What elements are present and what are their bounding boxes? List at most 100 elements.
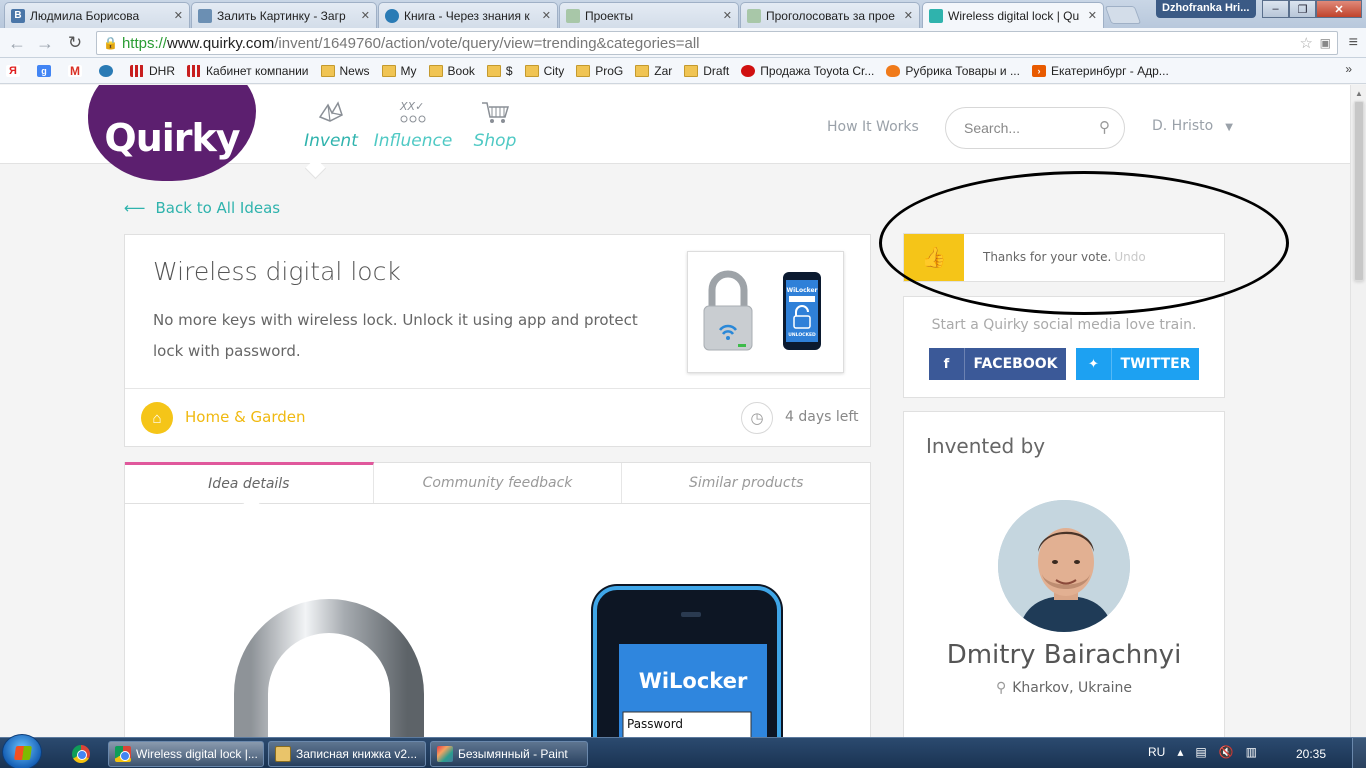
taskbar-clock[interactable]: 20:35 [1296, 747, 1326, 761]
bookmark-item[interactable]: g [37, 64, 56, 77]
avatar[interactable] [996, 498, 1132, 634]
house-icon: ⌂ [141, 402, 173, 434]
start-button[interactable] [2, 734, 42, 768]
how-it-works-link[interactable]: How It Works [827, 119, 919, 135]
browser-tab[interactable]: Залить Картинку - Загр ✕ [191, 2, 377, 28]
twitter-icon: ✦ [1076, 348, 1112, 380]
bookmark-folder[interactable]: City [524, 64, 564, 78]
inventor-heading: Invented by [926, 434, 1046, 458]
quirky-logo[interactable]: Quirky [88, 85, 256, 181]
bookmark-star-icon[interactable]: ☆ [1300, 34, 1313, 52]
folder-icon [428, 64, 443, 77]
maximize-button[interactable]: ❐ [1289, 0, 1316, 18]
browser-tab[interactable]: В Людмила Борисова ✕ [4, 2, 190, 28]
lock-icon: 🔒 [103, 36, 118, 50]
bookmark-folder[interactable]: Draft [684, 64, 729, 78]
minimize-button[interactable]: – [1262, 0, 1289, 18]
idea-details-panel: WiLocker Password [124, 504, 871, 737]
system-tray: RU ▴ ▤ 🔇 ▥ [1148, 745, 1269, 759]
inventor-name[interactable]: Dmitry Bairachnyi [904, 640, 1224, 670]
bars-icon [187, 64, 201, 77]
nav-shop[interactable]: Shop [454, 99, 536, 151]
tab-similar-products[interactable]: Similar products [622, 463, 870, 503]
bookmark-item[interactable]: M [68, 64, 87, 78]
back-to-ideas-link[interactable]: ⟵ Back to All Ideas [124, 199, 280, 217]
bookmark-item[interactable]: Рубрика Товары и ... [886, 64, 1020, 78]
bookmark-item[interactable]: Я [6, 64, 25, 77]
forward-arrow-icon[interactable]: → [34, 32, 56, 54]
bookmark-item[interactable]: Продажа Toyota Cr... [741, 64, 874, 78]
address-bar-row: ← → ↻ 🔒 https://www.quirky.com/invent/16… [0, 28, 1366, 58]
browser-user-badge[interactable]: Dzhofranka Hri... [1156, 0, 1256, 18]
scroll-up-icon[interactable]: ▲ [1355, 89, 1363, 98]
bookmark-folder[interactable]: My [381, 64, 417, 78]
tab-community-feedback[interactable]: Community feedback [374, 463, 623, 503]
close-tab-icon[interactable]: ✕ [904, 9, 913, 22]
svg-text:XX✓: XX✓ [399, 100, 424, 113]
close-window-button[interactable]: ✕ [1316, 0, 1362, 18]
taskbar-item-paint[interactable]: Безымянный - Paint [430, 741, 588, 767]
volume-muted-icon[interactable]: 🔇 [1219, 745, 1234, 759]
language-indicator[interactable]: RU [1148, 745, 1165, 759]
scrollbar-thumb[interactable] [1354, 101, 1364, 281]
bookmark-folder[interactable]: Book [428, 64, 475, 78]
bookmark-item[interactable]: Кабинет компании [187, 64, 309, 78]
bookmark-item[interactable] [99, 64, 118, 77]
close-tab-icon[interactable]: ✕ [723, 9, 732, 22]
taskbar-item-notebook[interactable]: Записная книжка v2... [268, 741, 426, 767]
folder-icon [576, 64, 591, 77]
site-header: Quirky Invent XX✓ Influence Shop How It … [0, 85, 1350, 181]
nav-influence[interactable]: XX✓ Influence [372, 99, 454, 151]
bars-icon [130, 64, 144, 77]
close-tab-icon[interactable]: ✕ [542, 9, 551, 22]
idea-footer: ⌂ Home & Garden ◷ 4 days left [125, 388, 870, 447]
tray-expand-icon[interactable]: ▴ [1177, 745, 1183, 759]
clock-icon: ◷ [741, 402, 773, 434]
close-tab-icon[interactable]: ✕ [361, 9, 370, 22]
reload-icon[interactable]: ↻ [64, 32, 86, 54]
search-icon[interactable]: ⚲ [1099, 118, 1110, 136]
bookmarks-overflow[interactable]: » [1345, 62, 1352, 76]
tab-idea-details[interactable]: Idea details [125, 462, 374, 503]
site-search-input[interactable]: Search... ⚲ [945, 107, 1125, 149]
arrow-icon: › [1031, 64, 1046, 77]
user-menu[interactable]: D. Hristo ▼ [1152, 118, 1233, 134]
chevron-down-icon: ▼ [1225, 122, 1233, 133]
taskbar-item-chrome[interactable]: Wireless digital lock |... [108, 741, 264, 767]
battery-icon[interactable]: ▥ [1246, 745, 1257, 759]
network-icon[interactable]: ▤ [1195, 745, 1206, 759]
bookmark-folder[interactable]: ProG [576, 64, 623, 78]
vk-icon: В [11, 8, 25, 23]
bookmark-item[interactable]: › Екатеринбург - Адр... [1031, 64, 1169, 78]
share-text: Start a Quirky social media love train. [931, 317, 1197, 333]
close-tab-icon[interactable]: ✕ [174, 9, 183, 22]
browser-menu-icon[interactable]: ≡ [1349, 34, 1358, 52]
notebook-icon [275, 746, 291, 762]
facebook-share-button[interactable]: f FACEBOOK [929, 348, 1066, 380]
bookmark-folder[interactable]: Zar [635, 64, 672, 78]
folder-icon [381, 64, 396, 77]
show-desktop-button[interactable] [1352, 738, 1366, 768]
nav-invent[interactable]: Invent [290, 99, 372, 151]
vertical-scrollbar[interactable]: ▲ [1350, 85, 1366, 737]
browser-tab[interactable]: Книга - Через знания к ✕ [378, 2, 558, 28]
extension-icon[interactable]: ▣ [1320, 36, 1331, 50]
back-arrow-icon[interactable]: ← [6, 32, 28, 54]
cart-icon [482, 102, 510, 123]
close-tab-icon[interactable]: ✕ [1088, 9, 1097, 22]
url-field[interactable]: 🔒 https://www.quirky.com/invent/1649760/… [96, 31, 1338, 55]
idea-thumbnail[interactable]: WiLocker UNLOCKED [687, 251, 844, 373]
bookmark-folder[interactable]: News [320, 64, 370, 78]
lock-and-phone-image: WiLocker UNLOCKED [703, 270, 821, 351]
pinned-chrome[interactable] [64, 742, 98, 766]
browser-tab[interactable]: Проголосовать за прое ✕ [740, 2, 920, 28]
new-tab-button[interactable] [1104, 6, 1142, 24]
browser-tab-active[interactable]: Wireless digital lock | Qu ✕ [922, 2, 1104, 28]
category-link[interactable]: Home & Garden [185, 408, 306, 426]
bookmark-folder[interactable]: $ [486, 64, 513, 78]
twitter-share-button[interactable]: ✦ TWITTER [1076, 348, 1199, 380]
main-nav: Invent XX✓ Influence Shop [290, 99, 536, 151]
bookmark-item[interactable]: DHR [130, 64, 175, 78]
browser-tab[interactable]: Проекты ✕ [559, 2, 739, 28]
google-icon: g [37, 64, 51, 77]
